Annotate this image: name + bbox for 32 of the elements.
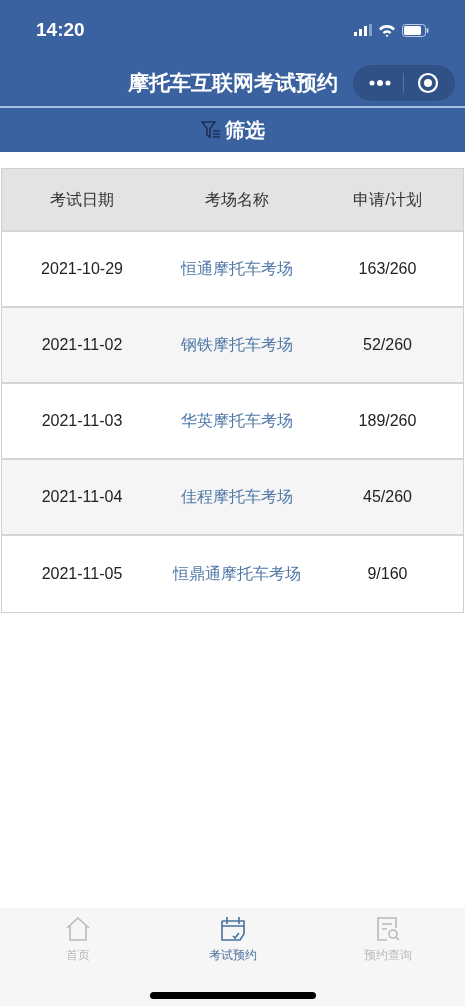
column-header: 考场名称 (204, 189, 270, 210)
more-icon[interactable] (369, 80, 391, 86)
capsule-menu[interactable] (353, 65, 455, 101)
tab[interactable]: 考试预约 (155, 908, 310, 970)
date-cell: 2021-10-29 (41, 260, 123, 277)
calendar-icon (219, 916, 246, 942)
wifi-icon (378, 23, 396, 37)
quota-cell: 52/260 (363, 336, 412, 353)
venue-link[interactable]: 华英摩托车考场 (181, 412, 293, 429)
venue-link[interactable]: 佳程摩托车考场 (181, 488, 293, 505)
status-time: 14:20 (36, 17, 85, 42)
date-cell: 2021-11-02 (41, 336, 123, 353)
search-doc-icon (374, 916, 401, 942)
column-header: 考试日期 (49, 189, 115, 210)
quota-cell: 189/260 (358, 412, 417, 429)
date-cell: 2021-11-05 (41, 565, 123, 582)
quota-cell: 9/160 (367, 565, 408, 582)
filter-icon (200, 121, 221, 139)
date-cell: 2021-11-03 (41, 412, 123, 429)
venue-link[interactable]: 恒鼎通摩托车考场 (173, 565, 301, 582)
column-header: 申请/计划 (352, 189, 423, 210)
filter-button[interactable]: 筛选 (0, 108, 465, 152)
home-icon (64, 916, 91, 942)
date-cell: 2021-11-04 (41, 488, 123, 505)
signal-icon (354, 24, 372, 36)
venue-link[interactable]: 钢铁摩托车考场 (181, 336, 293, 353)
venue-link[interactable]: 恒通摩托车考场 (181, 260, 293, 277)
battery-icon (402, 23, 429, 37)
close-icon[interactable] (417, 72, 439, 94)
page-title: 摩托车互联网考试预约 (127, 70, 338, 97)
quota-cell: 163/260 (358, 260, 417, 277)
quota-cell: 45/260 (363, 488, 412, 505)
